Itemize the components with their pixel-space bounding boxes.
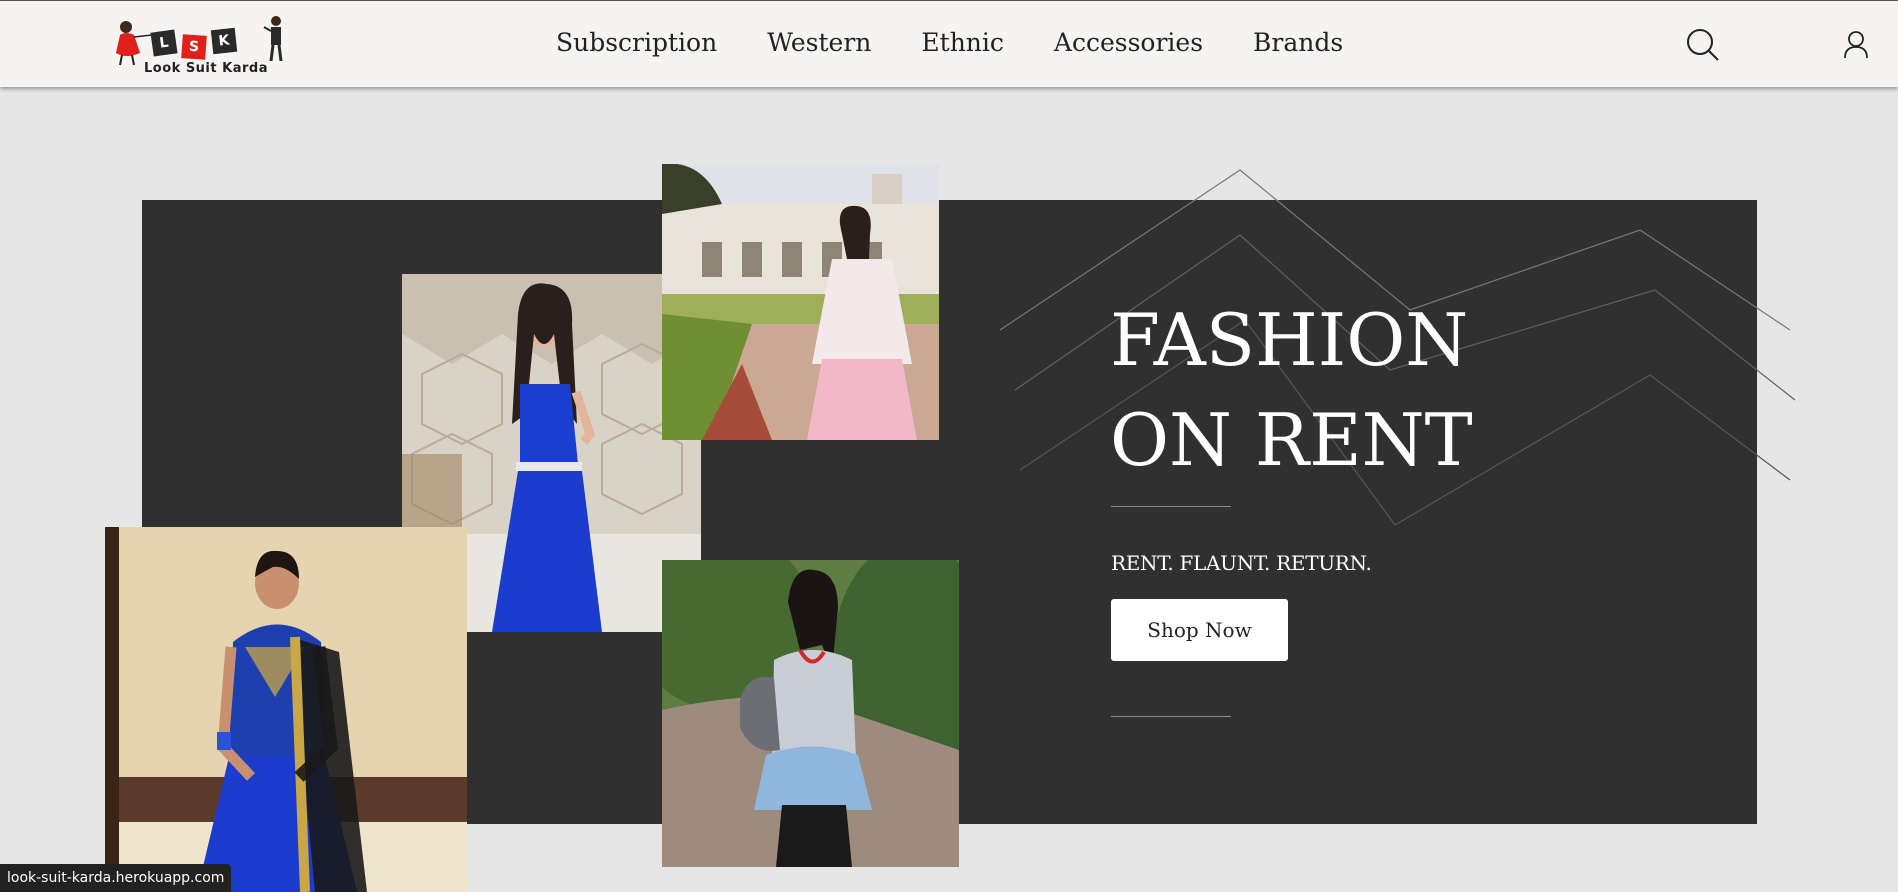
photo-casual-denim: [662, 560, 959, 867]
logo-tile-k: K: [210, 27, 238, 55]
photo-blue-lehenga: [105, 527, 467, 892]
nav-western[interactable]: Western: [767, 27, 871, 59]
logo-tile-l: L: [150, 29, 178, 57]
nav-subscription[interactable]: Subscription: [556, 27, 717, 59]
nav-brands[interactable]: Brands: [1253, 27, 1343, 59]
nav-accessories[interactable]: Accessories: [1054, 27, 1203, 59]
site-logo[interactable]: L S K Look Suit Karda: [112, 11, 292, 79]
shop-now-button[interactable]: Shop Now: [1111, 599, 1288, 661]
logo-tile-s: S: [181, 34, 207, 60]
photo-pink-outfit-fort: [662, 164, 939, 440]
logo-man-figure: [263, 16, 283, 62]
site-header: L S K Look Suit Karda Subscription Weste…: [0, 0, 1898, 87]
hero-divider-bottom: [1111, 716, 1231, 717]
search-icon[interactable]: [1685, 27, 1721, 63]
logo-wordmark: Look Suit Karda: [144, 61, 268, 76]
hero-title-line2: ON RENT: [1110, 398, 1473, 482]
status-bar-url: look-suit-karda.herokuapp.com: [0, 864, 232, 892]
nav-ethnic[interactable]: Ethnic: [921, 27, 1004, 59]
main-nav: Subscription Western Ethnic Accessories …: [556, 27, 1343, 59]
hero-title-line1: FASHION: [1110, 298, 1469, 382]
hero-tagline: RENT. FLAUNT. RETURN.: [1111, 551, 1372, 575]
user-icon[interactable]: [1838, 27, 1874, 63]
hero-divider-top: [1111, 506, 1231, 507]
hero-title: FASHION ON RENT: [1110, 290, 1530, 490]
